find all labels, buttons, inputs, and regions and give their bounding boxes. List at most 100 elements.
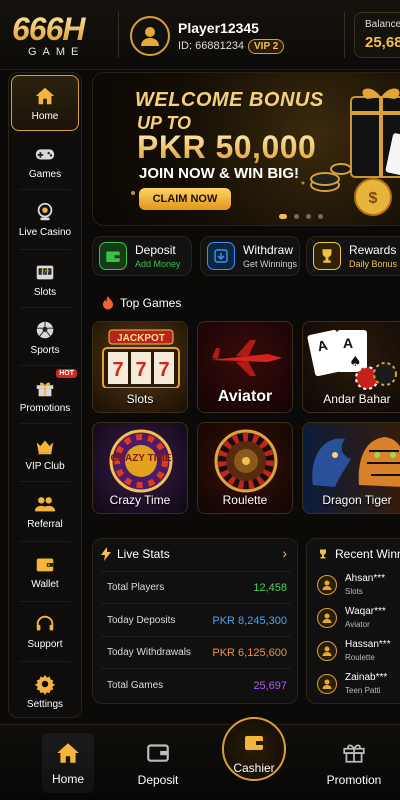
game-card-andar-bahar[interactable]: A A ♠ Andar Bahar — [302, 321, 400, 413]
bottom-nav-deposit[interactable]: Deposit — [130, 725, 186, 800]
stat-label: Total Players — [107, 582, 165, 593]
brand-logo[interactable]: 666H GAME — [12, 12, 104, 60]
chevron-right-icon[interactable]: › — [282, 545, 287, 561]
balance-value: 25,68 — [365, 34, 400, 51]
app-header: 666H GAME Player12345 ID: 66881234 VIP 2… — [0, 0, 400, 70]
game-card-dragon-tiger[interactable]: Dragon Tiger — [302, 422, 400, 514]
sidebar-item-games[interactable]: Games — [9, 133, 81, 189]
sidebar-item-label: Games — [28, 168, 62, 180]
svg-text:7: 7 — [135, 359, 146, 381]
game-card-slots[interactable]: JACKPOT 7 7 7 Slots — [92, 321, 188, 413]
carousel-dot[interactable] — [279, 214, 287, 219]
home-icon — [34, 85, 56, 107]
live-stats-header: Live Stats — [101, 547, 170, 561]
carousel-dot[interactable] — [294, 214, 299, 219]
sidebar-item-slots[interactable]: 777 Slots — [9, 251, 81, 307]
claim-now-button[interactable]: CLAIM NOW — [139, 188, 231, 210]
sidebar-item-live-casino[interactable]: Live Casino — [9, 191, 81, 247]
rewards-title: Rewards — [349, 243, 397, 257]
sidebar-divider — [19, 661, 71, 662]
sidebar-item-label: Promotions — [19, 402, 71, 414]
header-divider — [344, 12, 345, 58]
stat-label: Total Games — [107, 680, 164, 691]
rewards-quick-action[interactable]: Rewards Daily Bonus — [306, 236, 400, 276]
header-divider — [118, 12, 119, 58]
user-avatar[interactable] — [130, 16, 170, 56]
bottom-nav-cashier[interactable]: Cashier — [220, 717, 288, 793]
user-icon — [317, 674, 337, 694]
top-games-heading: Top Games — [102, 296, 181, 310]
game-card-label: Dragon Tiger — [322, 493, 392, 507]
sidebar-item-label: Sports — [30, 344, 60, 356]
sidebar-divider — [19, 249, 71, 250]
row-divider — [101, 571, 291, 572]
sidebar-item-wallet[interactable]: Wallet — [9, 543, 81, 599]
stat-label: Today Withdrawals — [107, 647, 191, 658]
sidebar-item-label: Support — [27, 638, 63, 650]
winner-name: Zainab*** — [345, 672, 388, 683]
carousel-dot[interactable] — [306, 214, 311, 219]
fire-icon — [103, 296, 113, 310]
gear-icon — [34, 673, 56, 695]
sidebar-item-label: Slots — [33, 286, 57, 298]
sidebar-item-label: Live Casino — [18, 226, 72, 238]
user-icon — [317, 608, 337, 628]
wheel-art: CRAZY TIME — [109, 429, 173, 493]
winner-name: Waqar*** — [345, 606, 386, 617]
row-divider — [101, 668, 291, 669]
wallet-icon — [147, 744, 169, 762]
withdraw-quick-action[interactable]: Withdraw Get Winnings — [200, 236, 300, 276]
winner-name: Ahsan*** — [345, 573, 386, 584]
svg-text:♠: ♠ — [349, 354, 362, 370]
sidebar-item-referral[interactable]: Referral — [9, 483, 81, 539]
sidebar-divider — [19, 365, 71, 366]
game-card-label: Aviator — [217, 388, 273, 405]
vip-badge: VIP 2 — [248, 39, 285, 54]
sidebar-item-sports[interactable]: Sports — [9, 309, 81, 365]
bottom-nav: Home Deposit Cashier Promotion — [0, 717, 400, 800]
winner-game: Slots — [345, 587, 363, 596]
sidebar-item-settings[interactable]: Settings — [9, 663, 81, 719]
crazy-time-art-text: CRAZY TIME — [111, 453, 172, 464]
welcome-bonus-banner[interactable]: $ WELCOME BONUS UP TO PKR 50,000 JOIN NO… — [92, 72, 400, 226]
game-card-aviator[interactable]: Aviator — [197, 321, 293, 413]
svg-text:7: 7 — [112, 359, 123, 381]
balance-box[interactable]: Balance 25,68 — [354, 12, 400, 58]
winner-game: Aviator — [345, 620, 370, 629]
winner-item: Hassan*** Roulette — [317, 637, 400, 667]
winner-item: Waqar*** Aviator — [317, 604, 400, 634]
withdraw-icon — [207, 242, 235, 270]
recent-winners-header: Recent Winn — [317, 547, 400, 561]
sidebar-item-promotions[interactable]: HOT Promotions — [9, 367, 81, 423]
game-card-label: Slots — [126, 392, 154, 406]
slot-machine-icon: 777 — [34, 261, 56, 283]
deposit-quick-action[interactable]: Deposit Add Money — [92, 236, 192, 276]
sidebar-item-home[interactable]: Home — [11, 75, 79, 131]
winner-game: Roulette — [345, 653, 375, 662]
bottom-nav-label: Cashier — [233, 761, 275, 775]
bottom-nav-promotion[interactable]: Promotion — [322, 725, 386, 800]
banner-tagline: JOIN NOW & WIN BIG! — [139, 165, 299, 182]
sidebar-item-vip-club[interactable]: VIP Club — [9, 425, 81, 481]
wallet-icon — [245, 736, 263, 750]
winner-name: Hassan*** — [345, 639, 391, 650]
sidebar-item-label: Home — [31, 110, 59, 122]
roulette-wheel-icon — [214, 429, 278, 493]
recent-winners-panel: Recent Winn Ahsan*** Slots Waqar*** Avia… — [306, 538, 400, 704]
stat-value: 12,458 — [253, 582, 287, 594]
sidebar-divider — [19, 189, 71, 190]
sidebar-item-support[interactable]: Support — [9, 603, 81, 659]
gift-icon — [34, 377, 56, 399]
username: Player12345 — [178, 20, 259, 36]
svg-text:777: 777 — [40, 269, 49, 275]
sidebar: Home Games Live Casino 777 Slots Sports … — [8, 72, 82, 718]
trophy-icon — [313, 242, 341, 270]
user-icon — [141, 27, 159, 46]
carousel-dot[interactable] — [318, 214, 323, 219]
user-icon — [317, 575, 337, 595]
bottom-nav-home[interactable]: Home — [42, 733, 94, 793]
game-card-crazy-time[interactable]: CRAZY TIME Crazy Time — [92, 422, 188, 514]
stat-row-today-withdrawals: Today Withdrawals PKR 6,125,600 — [107, 647, 287, 659]
game-card-roulette[interactable]: Roulette — [197, 422, 293, 514]
svg-text:7: 7 — [158, 359, 169, 381]
